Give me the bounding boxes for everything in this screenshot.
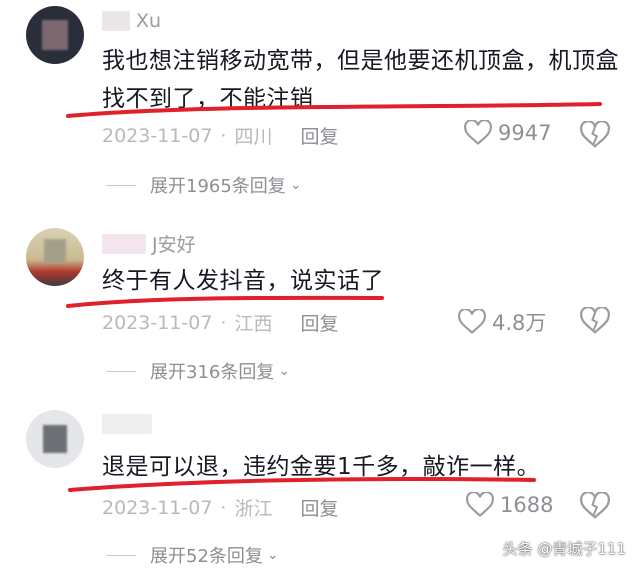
- heart-icon: [466, 492, 494, 517]
- comment-text: 我也想注销移动宽带，但是他要还机顶盒，机顶盒找不到了，不能注销: [102, 48, 619, 112]
- comment-text: 终于有人发抖音，说实话了: [102, 268, 384, 294]
- comment-meta: 2023-11-07 · 浙江 回复: [102, 494, 339, 521]
- chevron-down-icon: ⌄: [266, 547, 279, 563]
- like-button[interactable]: 4.8万: [458, 307, 546, 337]
- reply-button[interactable]: 回复: [300, 309, 338, 336]
- heart-icon: [464, 120, 492, 145]
- like-button[interactable]: 1688: [466, 492, 553, 518]
- like-count: 9947: [498, 121, 552, 145]
- divider-line: [106, 554, 136, 556]
- like-count: 4.8万: [492, 311, 547, 335]
- avatar[interactable]: [26, 228, 84, 286]
- comment-location: 江西: [234, 313, 273, 335]
- username-text: J安好: [152, 234, 196, 256]
- dislike-heart-icon[interactable]: [580, 492, 610, 520]
- expand-label: 展开52条回复: [150, 546, 263, 567]
- watermark: 头条 @青城子111: [502, 540, 626, 558]
- meta-separator: ·: [220, 124, 227, 147]
- dislike-heart-icon[interactable]: [580, 121, 610, 149]
- divider-line: [106, 184, 136, 186]
- comment-location: 四川: [234, 126, 273, 148]
- avatar[interactable]: [26, 6, 84, 64]
- chevron-down-icon: ⌄: [289, 177, 302, 193]
- expand-label: 展开316条回复: [150, 362, 275, 383]
- username-mask: [102, 11, 130, 31]
- comment-location: 浙江: [234, 498, 273, 520]
- like-button[interactable]: 9947: [464, 120, 551, 146]
- divider-line: [106, 370, 136, 372]
- expand-replies-button[interactable]: 展开52条回复 ⌄: [106, 542, 279, 568]
- meta-separator: ·: [220, 311, 227, 334]
- expand-replies-button[interactable]: 展开1965条回复 ⌄: [106, 172, 302, 198]
- comment-date: 2023-11-07: [102, 496, 213, 519]
- comment-date: 2023-11-07: [102, 311, 213, 334]
- comment-meta: 2023-11-07 · 江西 回复: [102, 309, 339, 336]
- expand-label: 展开1965条回复: [150, 176, 286, 197]
- reply-button[interactable]: 回复: [300, 122, 338, 149]
- comment-date: 2023-11-07: [102, 124, 213, 147]
- username-mask: [102, 414, 152, 434]
- dislike-heart-icon[interactable]: [580, 307, 610, 335]
- chevron-down-icon: ⌄: [278, 363, 291, 379]
- username[interactable]: Xu: [102, 10, 161, 32]
- username-text: Xu: [136, 10, 162, 32]
- comment-meta: 2023-11-07 · 四川 回复: [102, 122, 339, 149]
- username-mask: [102, 233, 146, 254]
- reply-button[interactable]: 回复: [300, 494, 338, 521]
- comment-text: 退是可以退，违约金要1千多，敲诈一样。: [102, 454, 541, 480]
- meta-separator: ·: [220, 496, 227, 519]
- avatar[interactable]: [26, 410, 84, 468]
- username[interactable]: [102, 414, 158, 434]
- username[interactable]: J安好: [102, 230, 196, 257]
- like-count: 1688: [500, 493, 554, 517]
- heart-icon: [458, 309, 486, 334]
- expand-replies-button[interactable]: 展开316条回复 ⌄: [106, 358, 290, 384]
